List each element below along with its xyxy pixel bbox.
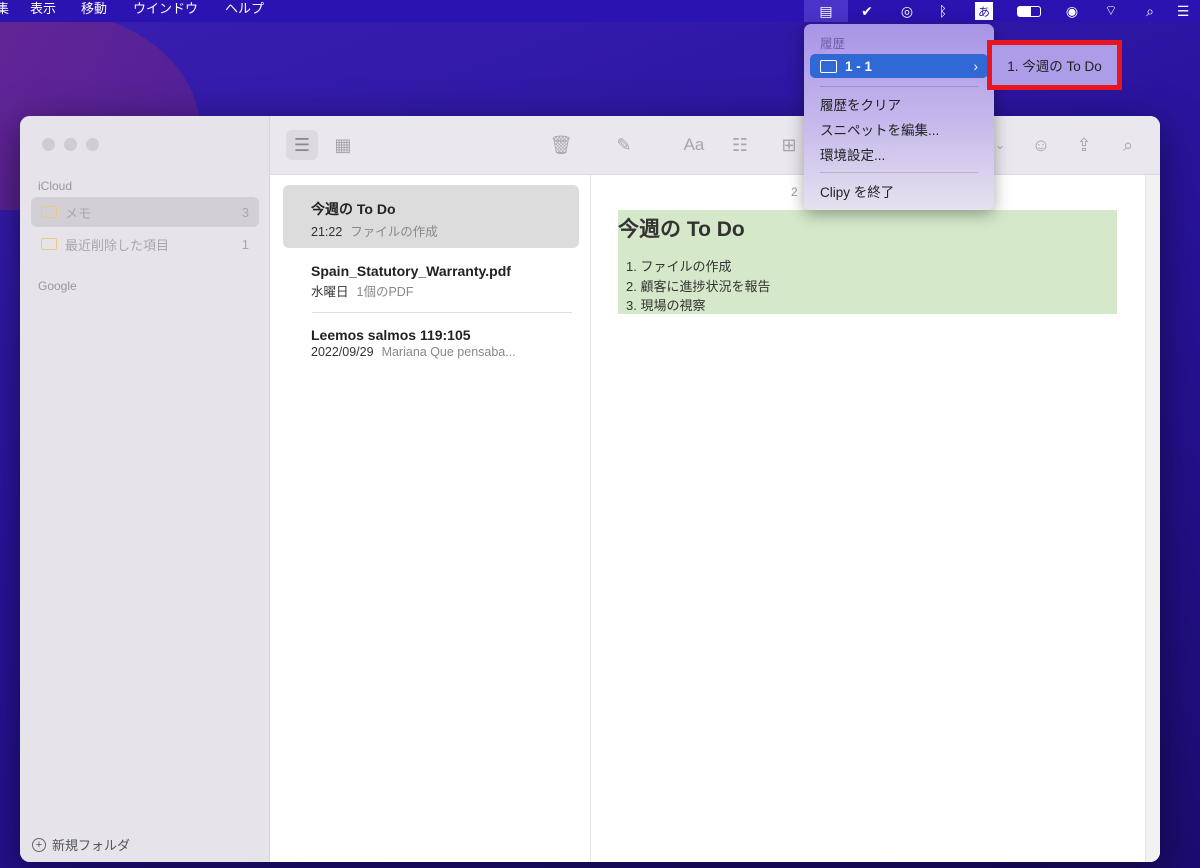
notes-window: iCloud メモ 3 最近削除した項目 1 Google + 新規フォルダ ☰ ▦ … — [20, 116, 1160, 862]
list-item: 3. 現場の視察 — [626, 298, 706, 313]
collaborate-icon[interactable]: ☺ — [1025, 130, 1057, 160]
checklist-icon[interactable]: ✔ — [855, 2, 879, 20]
list-item: 2. 顧客に進捗状況を報告 — [626, 278, 771, 294]
checklist-button[interactable]: ☷ — [724, 130, 756, 160]
scrollbar[interactable] — [1145, 175, 1160, 862]
menu-help[interactable]: ヘルプ — [225, 0, 264, 18]
list-item: 1. ファイルの作成 — [626, 259, 732, 274]
input-method-icon[interactable]: あ — [975, 2, 993, 20]
format-button[interactable]: Aa — [678, 130, 710, 160]
submenu-item-history[interactable]: 1. 今週の To Do — [987, 40, 1122, 90]
note-preview: Mariana Que pensaba... — [381, 345, 516, 359]
compose-icon[interactable]: ✎ — [608, 130, 640, 160]
chevron-right-icon: › — [973, 58, 979, 74]
menu-edit[interactable]: 集 — [0, 0, 9, 18]
note-date: 2022/09/29 — [311, 345, 374, 359]
gallery-view-button[interactable]: ▦ — [327, 130, 359, 160]
share-icon[interactable]: ⇪ — [1068, 130, 1100, 160]
toolbar: ☰ ▦ 🗑 ✎ Aa ☷ ⊞ ⌄ ☺ ⇪ ⌕ — [270, 116, 1160, 175]
note-item[interactable]: Leemos salmos 119:105 2022/09/29 Mariana Q… — [283, 313, 579, 376]
bluetooth-icon[interactable]: ᛒ — [933, 2, 953, 20]
table-button[interactable]: ⊞ — [773, 130, 805, 160]
new-folder-button[interactable]: + 新規フォルダ — [32, 835, 130, 854]
note-title: Spain_Statutory_Warranty.pdf — [311, 263, 511, 279]
note-item[interactable]: 今週の To Do 21:22 ファイルの作成 — [283, 185, 579, 248]
item-count: 1 — [241, 236, 249, 252]
folder-icon — [820, 59, 837, 73]
plus-circle-icon: + — [32, 837, 46, 852]
menu-item-clear-history[interactable]: 履歴をクリア — [810, 92, 988, 116]
spotlight-icon[interactable]: ⌕ — [1140, 2, 1160, 20]
menu-header-history: 履歴 — [820, 36, 846, 51]
note-editor[interactable]: 2 今週の To Do 1. ファイルの作成 2. 顧客に進捗状況を報告 3. … — [591, 175, 1145, 862]
menu-item-folder[interactable]: 1 - 1 › — [810, 54, 988, 78]
control-center-icon[interactable]: ☰ — [1172, 2, 1194, 20]
divider — [820, 86, 978, 87]
menu-view[interactable]: 表示 — [30, 0, 56, 18]
menu-item-preferences[interactable]: 環境設定... — [810, 142, 988, 166]
menu-item-label: 1 - 1 — [845, 58, 873, 74]
sidebar-item-label: 最近削除した項目 — [65, 237, 170, 253]
clipy-icon[interactable]: ▤ — [804, 0, 848, 22]
note-title: Leemos salmos 119:105 — [311, 327, 471, 343]
note-item[interactable]: Spain_Statutory_Warranty.pdf 水曜日 1個のPDF — [283, 249, 579, 312]
note-list: 今週の To Do 21:22 ファイルの作成 Spain_Statutory_Wa… — [270, 175, 591, 862]
menu-window[interactable]: ウインドウ — [133, 0, 198, 18]
window-controls — [42, 138, 99, 151]
item-count: 3 — [241, 204, 249, 220]
section-icloud: iCloud — [38, 179, 73, 193]
note-preview: 1個のPDF — [356, 285, 414, 299]
menu-bar: 集 表示 移動 ウインドウ ヘルプ ▤ ✔ ◎ ᛒ あ ◉ ⌔ ⌕ ☰ — [0, 0, 1200, 22]
trash-icon[interactable]: 🗑 — [545, 130, 577, 160]
note-preview: ファイルの作成 — [350, 225, 438, 239]
todo-list: 1. ファイルの作成 2. 顧客に進捗状況を報告 3. 現場の視察 — [626, 257, 770, 316]
menu-go[interactable]: 移動 — [81, 0, 107, 18]
sidebar-item-memo[interactable]: メモ 3 — [31, 197, 259, 227]
note-date-header: 2 — [791, 185, 798, 199]
user-icon[interactable]: ◉ — [1062, 2, 1082, 20]
sidebar: iCloud メモ 3 最近削除した項目 1 Google + 新規フォルダ — [20, 116, 270, 862]
folder-icon — [41, 206, 57, 218]
minimize-button[interactable] — [64, 138, 77, 151]
menu-item-quit[interactable]: Clipy を終了 — [810, 179, 988, 203]
note-date: 21:22 — [311, 225, 343, 239]
clipy-menu: 履歴 1 - 1 › 履歴をクリア スニペットを編集... 環境設定... Cli… — [804, 24, 994, 210]
list-view-button[interactable]: ☰ — [286, 130, 318, 160]
note-heading: 今週の To Do — [618, 218, 745, 241]
battery-icon[interactable] — [1015, 2, 1043, 20]
zoom-button[interactable] — [86, 138, 99, 151]
folder-icon — [41, 238, 57, 250]
wifi-icon[interactable]: ⌔ — [1100, 2, 1122, 20]
section-google: Google — [38, 279, 77, 293]
menu-item-edit-snippets[interactable]: スニペットを編集... — [810, 117, 988, 141]
note-date: 水曜日 — [311, 285, 349, 299]
note-title: 今週の To Do — [311, 201, 396, 217]
sidebar-item-recently-deleted[interactable]: 最近削除した項目 1 — [31, 229, 259, 259]
new-folder-label: 新規フォルダ — [52, 838, 131, 853]
search-icon[interactable]: ⌕ — [1112, 130, 1144, 160]
close-button[interactable] — [42, 138, 55, 151]
divider — [820, 172, 978, 173]
airdrop-icon[interactable]: ◎ — [895, 2, 919, 20]
sidebar-item-label: メモ — [65, 205, 92, 221]
